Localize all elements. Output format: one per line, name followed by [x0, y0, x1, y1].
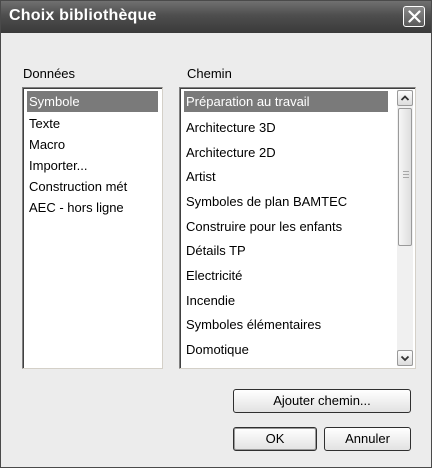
chemin-item-architecture-3d[interactable]: Architecture 3D: [184, 117, 278, 138]
ok-button[interactable]: OK: [233, 427, 317, 451]
donnees-item-construction[interactable]: Construction mét: [27, 176, 129, 197]
chemin-item-bamtec[interactable]: Symboles de plan BAMTEC: [184, 191, 349, 212]
donnees-item-texte[interactable]: Texte: [27, 113, 62, 134]
donnees-item-symbole[interactable]: Symbole: [27, 91, 158, 112]
scroll-up-button[interactable]: [397, 90, 413, 106]
donnees-item-macro[interactable]: Macro: [27, 134, 67, 155]
close-icon: [408, 10, 421, 23]
dialog-window: Choix bibliothèque Données Symbole Texte…: [0, 0, 432, 468]
add-path-button[interactable]: Ajouter chemin...: [233, 389, 411, 413]
chemin-listbox[interactable]: Préparation au travail Architecture 3D A…: [179, 87, 416, 369]
chemin-item-construire[interactable]: Construire pour les enfants: [184, 216, 344, 237]
chemin-item-domotique[interactable]: Domotique: [184, 339, 251, 360]
dialog-title: Choix bibliothèque: [9, 7, 157, 24]
chemin-item-architecture-2d[interactable]: Architecture 2D: [184, 142, 278, 163]
chevron-down-icon: [400, 355, 410, 362]
vertical-scrollbar[interactable]: [397, 90, 413, 366]
chemin-item-symboles-elementaires[interactable]: Symboles élémentaires: [184, 314, 323, 335]
title-bar[interactable]: Choix bibliothèque: [1, 1, 431, 33]
scroll-thumb[interactable]: [398, 108, 412, 246]
chemin-label: Chemin: [187, 66, 232, 81]
donnees-item-aec[interactable]: AEC - hors ligne: [27, 197, 126, 218]
cancel-button[interactable]: Annuler: [324, 427, 411, 451]
chemin-item-incendie[interactable]: Incendie: [184, 290, 237, 311]
donnees-listbox[interactable]: Symbole Texte Macro Importer... Construc…: [22, 87, 163, 369]
chemin-item-details-tp[interactable]: Détails TP: [184, 240, 248, 261]
donnees-label: Données: [23, 66, 76, 81]
chevron-up-icon: [400, 95, 410, 101]
donnees-item-importer[interactable]: Importer...: [27, 155, 90, 176]
chemin-item-artist[interactable]: Artist: [184, 166, 218, 187]
close-button[interactable]: [403, 6, 425, 27]
chemin-item-electricite[interactable]: Electricité: [184, 265, 244, 286]
scroll-down-button[interactable]: [397, 350, 413, 366]
chemin-item-preparation[interactable]: Préparation au travail: [184, 91, 388, 112]
